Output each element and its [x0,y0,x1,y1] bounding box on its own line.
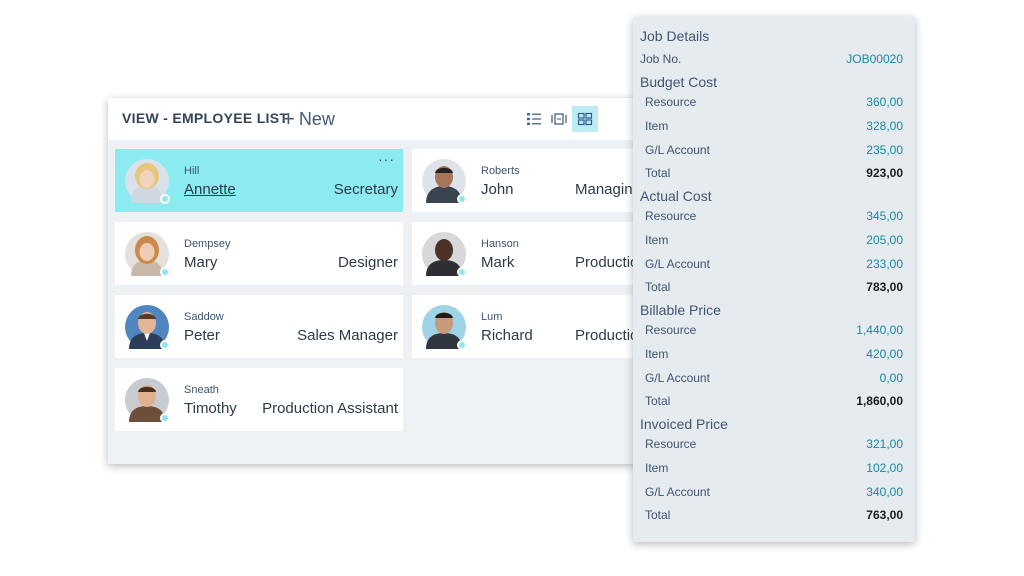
section-heading-invoiced-price: Invoiced Price [640,416,728,432]
list-view-button[interactable] [521,106,547,132]
employee-surname: Lum [481,311,503,323]
row-value[interactable]: 420,00 [866,347,903,361]
row-value[interactable]: 345,00 [866,209,903,223]
brick-view-icon [577,112,593,126]
employee-job-title: Designer [337,254,398,271]
employee-card[interactable]: Roberts John Managing [412,149,648,212]
row-value[interactable]: 360,00 [866,95,903,109]
row-label: Resource [645,323,697,337]
employee-card[interactable]: Hill Annette Secretary ··· [115,149,403,212]
employee-card[interactable]: Dempsey Mary Designer [115,222,403,285]
employee-job-title: Production Assistant [262,400,398,417]
avatar [422,305,467,350]
plus-icon: + [282,106,295,131]
row-value[interactable]: 340,00 [866,485,903,499]
row-total-value: 923,00 [866,166,903,180]
section-heading-billable-price: Billable Price [640,302,721,318]
new-button-label: New [298,109,335,129]
list-view-icon [527,113,541,125]
employee-first-name[interactable]: Peter [184,327,220,344]
presence-indicator [457,194,467,204]
job-details-title: Job Details [640,28,710,44]
job-no-value[interactable]: JOB00020 [846,52,903,66]
employee-surname: Saddow [184,311,224,323]
page-title: VIEW - EMPLOYEE LIST [122,110,289,126]
employee-first-name[interactable]: Mark [481,254,514,271]
row-label: Item [645,461,669,475]
row-label: Item [645,347,669,361]
row-label: Resource [645,437,697,451]
row-value[interactable]: 0,00 [880,371,903,385]
row-label: G/L Account [645,485,710,499]
employee-list-window: VIEW - EMPLOYEE LIST + New Hill Annette … [108,98,648,464]
employee-job-title: Secretary [333,181,398,198]
job-no-label: Job No. [640,52,682,66]
employee-card[interactable]: Saddow Peter Sales Manager [115,295,403,358]
avatar [125,159,170,204]
job-details-panel: Job Details Job No. JOB00020 Budget Cost… [633,17,915,542]
brick-view-button[interactable] [572,106,598,132]
tile-view-button[interactable] [546,106,572,132]
row-value[interactable]: 235,00 [866,143,903,157]
presence-indicator [160,413,170,423]
row-value[interactable]: 328,00 [866,119,903,133]
row-label: Total [645,394,671,408]
row-value[interactable]: 102,00 [866,461,903,475]
avatar [422,159,467,204]
row-value[interactable]: 233,00 [866,257,903,271]
avatar [422,232,467,277]
employee-list-header: VIEW - EMPLOYEE LIST + New [108,98,648,140]
row-label: Item [645,119,669,133]
presence-indicator [160,267,170,277]
row-total-value: 763,00 [866,508,903,522]
employee-job-title: Sales Manager [297,327,398,344]
row-label: G/L Account [645,371,710,385]
employee-first-name[interactable]: Timothy [184,400,237,417]
employee-surname: Sneath [184,384,219,396]
employee-first-name[interactable]: Annette [184,181,236,198]
employee-first-name[interactable]: Richard [481,327,533,344]
presence-indicator [160,340,170,350]
employee-card[interactable]: Sneath Timothy Production Assistant [115,368,403,431]
employee-surname: Dempsey [184,238,231,250]
presence-indicator [457,267,467,277]
employee-job-title: Managing [575,181,641,198]
employee-card[interactable]: Lum Richard Production [412,295,648,358]
row-label: Total [645,508,671,522]
row-value[interactable]: 205,00 [866,233,903,247]
presence-indicator [160,194,170,204]
row-label: Total [645,280,671,294]
row-total-value: 1,860,00 [856,394,903,408]
row-label: G/L Account [645,257,710,271]
row-total-value: 783,00 [866,280,903,294]
more-options-button[interactable]: ··· [378,151,395,167]
avatar [125,232,170,277]
section-heading-actual-cost: Actual Cost [640,188,712,204]
avatar [125,378,170,423]
row-value[interactable]: 321,00 [866,437,903,451]
row-label: Total [645,166,671,180]
employee-surname: Hill [184,165,200,177]
employee-surname: Roberts [481,165,520,177]
avatar [125,305,170,350]
row-label: Item [645,233,669,247]
employee-first-name[interactable]: John [481,181,514,198]
section-heading-budget-cost: Budget Cost [640,74,718,90]
employee-first-name[interactable]: Mary [184,254,217,271]
row-label: Resource [645,95,697,109]
employee-card[interactable]: Hanson Mark Production [412,222,648,285]
tile-view-icon [551,113,567,125]
new-button[interactable]: + New [282,106,335,132]
row-label: G/L Account [645,143,710,157]
presence-indicator [457,340,467,350]
row-label: Resource [645,209,697,223]
row-value[interactable]: 1,440,00 [856,323,903,337]
employee-surname: Hanson [481,238,519,250]
